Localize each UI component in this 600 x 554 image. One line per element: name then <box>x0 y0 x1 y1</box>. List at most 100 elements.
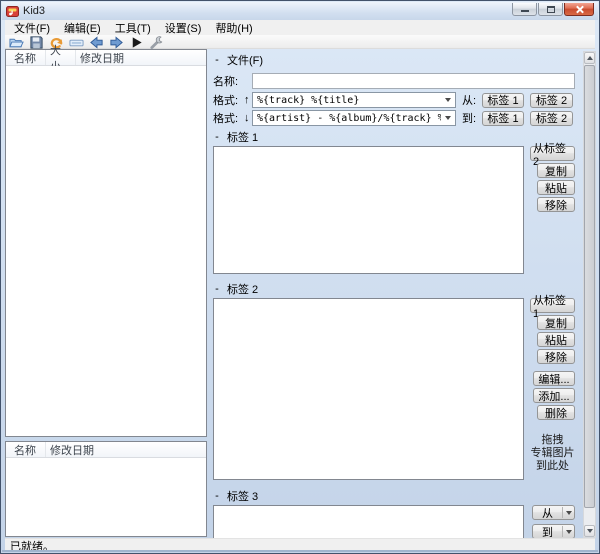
tag1-buttons: 从标签 2 复制 粘贴 移除 <box>530 146 575 214</box>
open-file-button[interactable] <box>8 34 25 51</box>
settings-button[interactable] <box>148 34 165 51</box>
save-icon <box>29 35 44 50</box>
tag3-frame-table[interactable] <box>213 505 524 538</box>
tag1-section-header[interactable]: - 标签 1 <box>213 130 575 144</box>
arrow-left-icon <box>89 35 104 50</box>
tag1-copy-button[interactable]: 复制 <box>537 163 575 178</box>
file-section-header[interactable]: - 文件(F) <box>213 53 575 67</box>
tag3-from-button[interactable]: 从 <box>532 505 575 520</box>
maximize-button[interactable] <box>538 3 563 16</box>
window-title: Kid3 <box>23 5 512 17</box>
directory-list-panel: 名称 修改日期 <box>5 441 207 537</box>
filename-from-tag2-button[interactable]: 标签 2 <box>530 93 573 108</box>
scroll-down-icon <box>587 529 593 533</box>
column-header-size[interactable]: 大小 <box>46 50 76 65</box>
tag2-paste-button[interactable]: 粘贴 <box>537 332 575 347</box>
title-bar[interactable]: Kid3 <box>2 2 598 20</box>
filename-row: 名称: <box>213 73 575 89</box>
tag3-section-body: 从 到 <box>213 505 575 538</box>
collapse-indicator[interactable]: - <box>213 283 221 295</box>
column-header-modified[interactable]: 修改日期 <box>46 442 206 457</box>
tag3-section-header[interactable]: - 标签 3 <box>213 489 575 503</box>
tag3-section-title: 标签 3 <box>227 488 258 504</box>
kid3-window: Kid3 文件(F) 编辑(E) 工具(T) 设置(S) 帮助(H) <box>0 0 600 554</box>
play-icon <box>129 35 144 50</box>
dropdown-arrow-icon[interactable] <box>562 507 574 518</box>
playlist-icon <box>69 35 84 50</box>
tag2-add-button[interactable]: 添加... <box>533 388 575 403</box>
maximize-icon <box>547 6 555 13</box>
format-from-combo[interactable]: %{track} %{title} <box>252 92 456 108</box>
format-to-label: 格式: <box>213 110 244 126</box>
right-pane-scrollbar[interactable] <box>583 51 596 538</box>
status-text: 已就绪。 <box>10 538 54 554</box>
tag2-frame-table[interactable] <box>213 298 524 480</box>
tag2-from-tag1-button[interactable]: 从标签 1 <box>530 298 575 313</box>
previous-file-button[interactable] <box>88 34 105 51</box>
dropdown-arrow-icon[interactable] <box>441 111 455 125</box>
dropdown-arrow-icon[interactable] <box>562 526 574 537</box>
close-icon <box>575 5 584 14</box>
menu-help[interactable]: 帮助(H) <box>208 19 259 37</box>
filename-to-tag2-button[interactable]: 标签 2 <box>530 111 573 126</box>
file-section-title: 文件(F) <box>227 52 263 68</box>
directory-list-header: 名称 修改日期 <box>6 442 206 458</box>
collapse-indicator[interactable]: - <box>213 490 221 502</box>
to-label: 到: <box>456 110 482 126</box>
tag2-copy-button[interactable]: 复制 <box>537 315 575 330</box>
scrollbar-thumb[interactable] <box>584 65 595 508</box>
filename-input[interactable] <box>252 73 575 89</box>
dropdown-arrow-icon[interactable] <box>441 93 455 107</box>
tag2-delete-button[interactable]: 删除 <box>537 405 575 420</box>
tag1-section-body: 从标签 2 复制 粘贴 移除 <box>213 146 575 274</box>
scroll-down-button[interactable] <box>584 525 595 537</box>
tag3-to-button[interactable]: 到 <box>532 524 575 538</box>
up-arrow-icon: ↑ <box>244 94 252 106</box>
column-header-name[interactable]: 名称 <box>6 50 46 65</box>
format-from-value: %{track} %{title} <box>253 95 441 106</box>
format-to-value: %{artist} - %{album}/%{track} %{title} <box>253 113 441 124</box>
app-icon <box>6 5 19 18</box>
arrow-right-icon <box>109 35 124 50</box>
format-from-label: 格式: <box>213 92 244 108</box>
tag1-section-title: 标签 1 <box>227 129 258 145</box>
directory-list-body[interactable] <box>6 458 206 536</box>
save-button[interactable] <box>28 34 45 51</box>
tag2-buttons: 从标签 1 复制 粘贴 移除 编辑... 添加... 删除 拖拽 专辑图片 到此… <box>530 298 575 473</box>
tag1-frame-table[interactable] <box>213 146 524 274</box>
tag2-edit-button[interactable]: 编辑... <box>533 371 575 386</box>
tag3-buttons: 从 到 <box>530 505 575 538</box>
collapse-indicator[interactable]: - <box>213 131 221 143</box>
tag2-remove-button[interactable]: 移除 <box>537 349 575 364</box>
file-list-panel: 名称 大小 修改日期 <box>5 49 207 437</box>
format-to-row: 格式: ↓ %{artist} - %{album}/%{track} %{ti… <box>213 110 575 126</box>
tag1-from-tag2-button[interactable]: 从标签 2 <box>530 146 575 161</box>
scroll-up-icon <box>587 56 593 60</box>
column-header-modified[interactable]: 修改日期 <box>76 50 206 65</box>
tag1-remove-button[interactable]: 移除 <box>537 197 575 212</box>
file-list-body[interactable] <box>6 66 206 436</box>
play-button[interactable] <box>128 34 145 51</box>
from-label: 从: <box>456 92 482 108</box>
close-button[interactable] <box>564 3 594 16</box>
tag2-section-header[interactable]: - 标签 2 <box>213 282 575 296</box>
scroll-up-button[interactable] <box>584 52 595 64</box>
tag2-section-title: 标签 2 <box>227 281 258 297</box>
down-arrow-icon: ↓ <box>244 112 252 124</box>
minimize-icon <box>521 10 529 12</box>
collapse-indicator[interactable]: - <box>213 54 221 66</box>
tag2-section-body: 从标签 1 复制 粘贴 移除 编辑... 添加... 删除 拖拽 专辑图片 到此… <box>213 298 575 480</box>
next-file-button[interactable] <box>108 34 125 51</box>
tool-bar <box>5 35 595 49</box>
status-bar: 已就绪。 <box>5 538 595 552</box>
album-art-drop-zone[interactable]: 拖拽 专辑图片 到此处 <box>530 434 575 473</box>
filename-label: 名称: <box>213 73 252 89</box>
format-to-combo[interactable]: %{artist} - %{album}/%{track} %{title} <box>252 110 456 126</box>
wrench-icon <box>149 35 164 50</box>
column-header-name[interactable]: 名称 <box>6 442 46 457</box>
menu-settings[interactable]: 设置(S) <box>158 19 209 37</box>
minimize-button[interactable] <box>512 3 537 16</box>
filename-to-tag1-button[interactable]: 标签 1 <box>482 111 524 126</box>
filename-from-tag1-button[interactable]: 标签 1 <box>482 93 524 108</box>
tag1-paste-button[interactable]: 粘贴 <box>537 180 575 195</box>
